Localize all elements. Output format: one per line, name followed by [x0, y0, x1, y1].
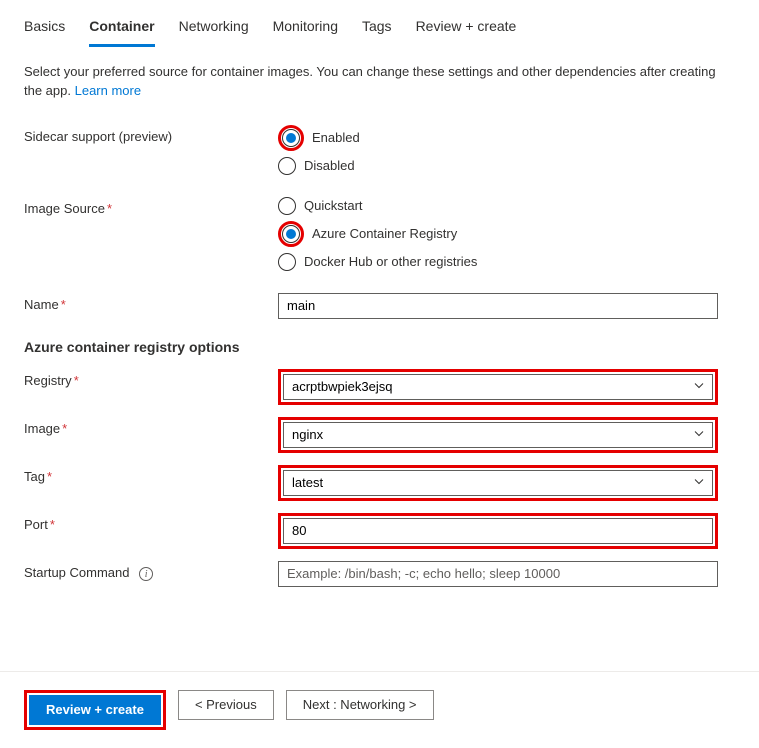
- registry-select[interactable]: [283, 374, 713, 400]
- registry-label: Registry*: [24, 369, 278, 388]
- content-panel: Select your preferred source for contain…: [0, 47, 759, 631]
- review-create-button[interactable]: Review + create: [29, 695, 161, 725]
- required-asterisk: *: [74, 373, 79, 388]
- learn-more-link[interactable]: Learn more: [75, 83, 141, 98]
- info-icon[interactable]: i: [139, 567, 153, 581]
- tab-container[interactable]: Container: [89, 18, 154, 47]
- image-select[interactable]: [283, 422, 713, 448]
- sidecar-label: Sidecar support (preview): [24, 125, 278, 144]
- name-label-text: Name: [24, 297, 59, 312]
- radio-source-quickstart[interactable]: [278, 197, 296, 215]
- tab-monitoring[interactable]: Monitoring: [273, 18, 338, 47]
- startup-label-text: Startup Command: [24, 565, 130, 580]
- required-asterisk: *: [62, 421, 67, 436]
- footer-actions: Review + create < Previous Next : Networ…: [0, 671, 759, 748]
- previous-button[interactable]: < Previous: [178, 690, 274, 720]
- required-asterisk: *: [61, 297, 66, 312]
- image-source-label-text: Image Source: [24, 201, 105, 216]
- tab-review-create[interactable]: Review + create: [416, 18, 517, 47]
- tag-highlight: [278, 465, 718, 501]
- tag-label-text: Tag: [24, 469, 45, 484]
- port-input[interactable]: [283, 518, 713, 544]
- radio-source-quickstart-label: Quickstart: [304, 198, 363, 213]
- radio-source-acr[interactable]: [282, 225, 300, 243]
- required-asterisk: *: [50, 517, 55, 532]
- port-highlight: [278, 513, 718, 549]
- intro-text: Select your preferred source for contain…: [24, 63, 735, 101]
- tag-select[interactable]: [283, 470, 713, 496]
- name-input[interactable]: [278, 293, 718, 319]
- startup-label: Startup Command i: [24, 561, 278, 582]
- source-acr-highlight: [278, 221, 304, 247]
- image-label-text: Image: [24, 421, 60, 436]
- acr-options-heading: Azure container registry options: [24, 339, 735, 355]
- image-label: Image*: [24, 417, 278, 436]
- image-highlight: [278, 417, 718, 453]
- radio-sidecar-enabled-label: Enabled: [312, 130, 360, 145]
- name-label: Name*: [24, 293, 278, 312]
- registry-label-text: Registry: [24, 373, 72, 388]
- radio-source-docker[interactable]: [278, 253, 296, 271]
- radio-sidecar-disabled-label: Disabled: [304, 158, 355, 173]
- review-create-highlight: Review + create: [24, 690, 166, 730]
- startup-command-input[interactable]: [278, 561, 718, 587]
- tag-label: Tag*: [24, 465, 278, 484]
- required-asterisk: *: [107, 201, 112, 216]
- tab-basics[interactable]: Basics: [24, 18, 65, 47]
- tab-tags[interactable]: Tags: [362, 18, 392, 47]
- next-networking-button[interactable]: Next : Networking >: [286, 690, 434, 720]
- tab-networking[interactable]: Networking: [179, 18, 249, 47]
- tabs-bar: Basics Container Networking Monitoring T…: [0, 0, 759, 47]
- registry-highlight: [278, 369, 718, 405]
- radio-sidecar-enabled[interactable]: [282, 129, 300, 147]
- port-label-text: Port: [24, 517, 48, 532]
- radio-source-docker-label: Docker Hub or other registries: [304, 254, 477, 269]
- required-asterisk: *: [47, 469, 52, 484]
- port-label: Port*: [24, 513, 278, 532]
- image-source-label: Image Source*: [24, 197, 278, 216]
- radio-source-acr-label: Azure Container Registry: [312, 226, 457, 241]
- sidecar-enabled-highlight: [278, 125, 304, 151]
- radio-sidecar-disabled[interactable]: [278, 157, 296, 175]
